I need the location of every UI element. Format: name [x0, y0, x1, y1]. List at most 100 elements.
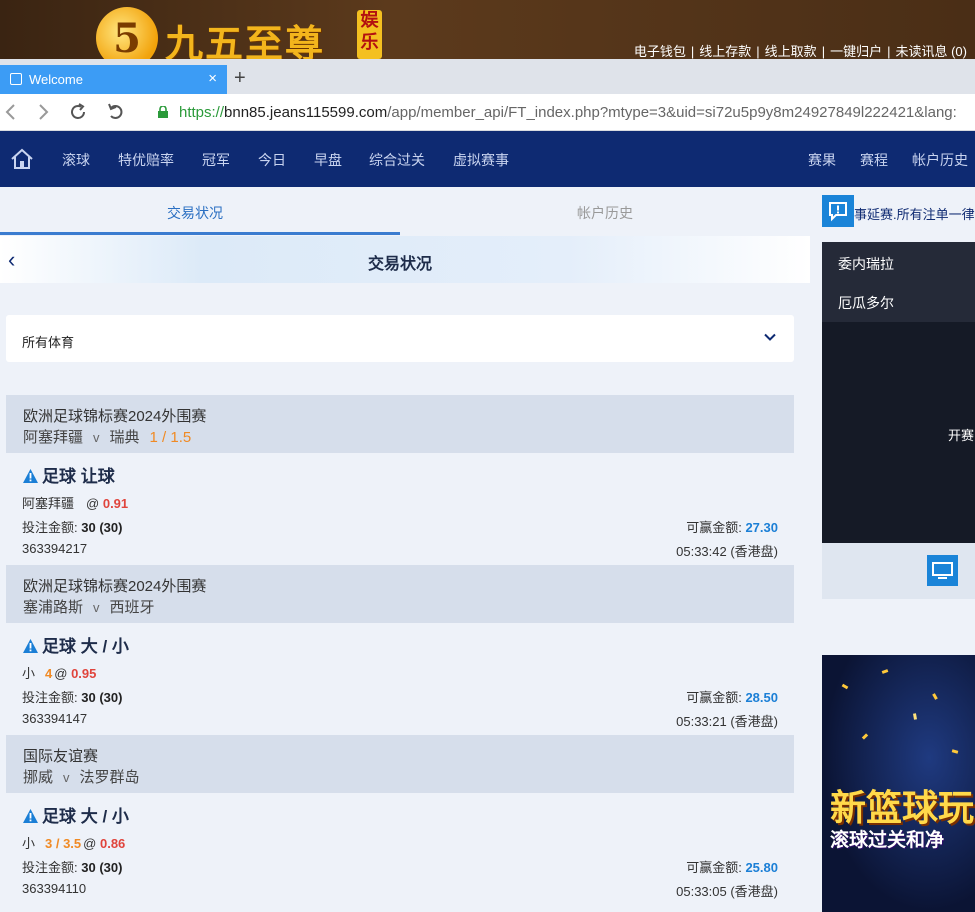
- nav-schedule[interactable]: 赛程: [860, 150, 888, 170]
- browser-tab-bar: Welcome × +: [0, 59, 975, 94]
- back-arrow-icon[interactable]: [2, 102, 22, 122]
- live-match-panel: 委内瑞拉 厄瓜多尔 开赛: [822, 242, 975, 543]
- chevron-down-icon: [764, 333, 776, 341]
- notice-text: 事延赛.所有注单一律: [854, 207, 975, 222]
- warning-icon: [23, 469, 38, 483]
- site-banner: 5 九五至尊 娱乐 电子钱包 | 线上存款 | 线上取款 | 一键归户 | 未读讯息 (0): [0, 0, 975, 69]
- bet-type-label: 足球 让球: [42, 467, 115, 486]
- url-input[interactable]: https://bnn85.jeans115599.com/app/member…: [179, 104, 957, 121]
- logo-badge: 娱乐: [357, 10, 382, 59]
- close-icon[interactable]: ×: [208, 70, 217, 87]
- stake-value: 30 (30): [81, 520, 123, 535]
- confetti: [861, 733, 869, 740]
- sport-filter-value: 所有体育: [22, 335, 75, 350]
- link-deposit[interactable]: 线上存款: [699, 44, 751, 59]
- bet-selection: 阿塞拜疆 @ 0.91: [22, 493, 128, 512]
- promo-subline: 滚球过关和净: [830, 830, 945, 851]
- bet-type-label: 足球 大 / 小: [42, 807, 129, 826]
- at-symbol: @: [83, 836, 97, 851]
- link-withdraw[interactable]: 线上取款: [765, 44, 817, 59]
- win-amount: 可赢金额: 25.80: [686, 857, 778, 876]
- nav-virtual[interactable]: 虚拟赛事: [453, 150, 509, 170]
- league-name: 欧洲足球锦标赛2024外围赛: [23, 408, 207, 425]
- win-value: 25.80: [745, 860, 778, 875]
- away-team: 法罗群岛: [79, 769, 140, 786]
- bet-ticket: 足球 让球 阿塞拜疆 @ 0.91 投注金额: 30 (30) 可赢金额: 27.…: [6, 453, 794, 565]
- home-icon[interactable]: [10, 148, 34, 170]
- tv-icon[interactable]: [927, 555, 958, 586]
- promo-banner[interactable]: 新篮球玩 滚球过关和净: [822, 655, 975, 912]
- versus-label: v: [93, 430, 100, 445]
- bet-match-header: 欧洲足球锦标赛2024外围赛 阿塞拜疆 v 瑞典 1 / 1.5: [6, 395, 794, 453]
- home-team: 塞浦路斯: [23, 599, 84, 616]
- versus-label: v: [93, 600, 100, 615]
- league-name: 欧洲足球锦标赛2024外围赛: [23, 578, 207, 595]
- win-label: 可赢金额:: [686, 860, 742, 875]
- nav-special-odds[interactable]: 特优赔率: [118, 150, 174, 170]
- active-tab-indicator: [0, 232, 400, 235]
- new-tab-icon[interactable]: +: [234, 67, 246, 90]
- confetti: [881, 669, 889, 674]
- page-icon: [10, 73, 22, 85]
- bet-type: 足球 大 / 小: [22, 802, 129, 827]
- selection-line: 4: [45, 666, 53, 681]
- divider: |: [821, 44, 826, 59]
- bet-type: 足球 让球: [22, 462, 115, 487]
- match-teams: 塞浦路斯 v 西班牙: [23, 596, 165, 617]
- win-label: 可赢金额:: [686, 520, 742, 535]
- bet-ticket: 足球 大 / 小 小 3 / 3.5 @ 0.86 投注金额: 30 (30) 可赢…: [6, 793, 794, 905]
- nav-results[interactable]: 赛果: [808, 150, 836, 170]
- tab-transaction-status[interactable]: 交易状况: [167, 203, 223, 223]
- forward-arrow-icon[interactable]: [32, 102, 52, 122]
- divider: |: [690, 44, 695, 59]
- sub-tabs: 交易状况 帐户历史: [0, 187, 810, 235]
- nav-outright[interactable]: 冠军: [202, 150, 230, 170]
- reload-icon[interactable]: [68, 102, 88, 122]
- sport-filter-dropdown[interactable]: 所有体育: [6, 315, 794, 362]
- divider: |: [887, 44, 891, 59]
- bet-ticket: 足球 大 / 小 小 4 @ 0.95 投注金额: 30 (30) 可赢金额: 28…: [6, 623, 794, 735]
- selection-name: 小: [22, 836, 36, 851]
- stake-label: 投注金额:: [22, 860, 78, 875]
- selection-name: 小: [22, 666, 36, 681]
- versus-label: v: [63, 770, 70, 785]
- bet-match-header: 国际友谊赛 挪威 v 法罗群岛: [6, 735, 794, 793]
- odds-value: 0.95: [71, 666, 97, 681]
- at-symbol: @: [54, 666, 68, 681]
- bet-type-label: 足球 大 / 小: [42, 637, 129, 656]
- address-bar: https://bnn85.jeans115599.com/app/member…: [0, 94, 975, 131]
- lock-icon: [158, 106, 168, 118]
- nav-inplay[interactable]: 滚球: [62, 150, 90, 170]
- link-unread-messages[interactable]: 未读讯息 (0): [895, 44, 967, 59]
- bet-type: 足球 大 / 小: [22, 632, 129, 657]
- stake-label: 投注金额:: [22, 520, 78, 535]
- nav-early[interactable]: 早盘: [314, 150, 342, 170]
- confetti: [932, 693, 938, 700]
- logo-badge-text: 娱乐: [360, 10, 379, 53]
- link-one-click-transfer[interactable]: 一键归户: [830, 44, 882, 59]
- stake-value: 30 (30): [81, 860, 123, 875]
- win-value: 27.30: [745, 520, 778, 535]
- message-alert-icon: [822, 195, 854, 227]
- bet-match-header: 欧洲足球锦标赛2024外围赛 塞浦路斯 v 西班牙: [6, 565, 794, 623]
- notice-ticker[interactable]: 事延赛.所有注单一律: [822, 195, 975, 228]
- link-wallet[interactable]: 电子钱包: [634, 44, 686, 59]
- home-team: 挪威: [23, 769, 54, 786]
- stake-amount: 投注金额: 30 (30): [22, 517, 122, 536]
- at-symbol: @: [86, 496, 100, 511]
- top-links: 电子钱包 | 线上存款 | 线上取款 | 一键归户 | 未读讯息 (0): [634, 41, 967, 60]
- tab-account-history[interactable]: 帐户历史: [577, 203, 633, 223]
- confetti: [951, 749, 959, 754]
- logo-glyph: 5: [113, 14, 141, 62]
- confetti: [841, 683, 849, 690]
- undo-icon[interactable]: [106, 102, 126, 122]
- ticket-id: 363394217: [22, 541, 88, 556]
- page-title: 交易状况: [367, 256, 432, 273]
- url-protocol: https://: [179, 104, 225, 121]
- nav-account-history[interactable]: 帐户历史: [912, 150, 968, 170]
- nav-today[interactable]: 今日: [258, 150, 286, 170]
- nav-parlay[interactable]: 综合过关: [369, 150, 425, 170]
- browser-tab[interactable]: Welcome ×: [0, 65, 227, 94]
- stake-value: 30 (30): [81, 690, 123, 705]
- ticket-time: 05:33:21 (香港盘): [676, 714, 778, 729]
